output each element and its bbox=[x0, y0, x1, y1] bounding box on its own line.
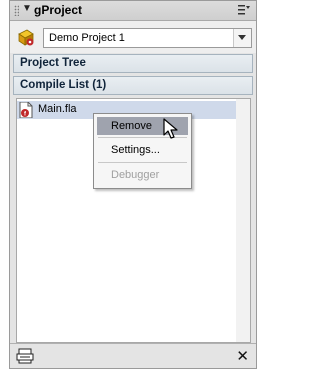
mouse-pointer-icon bbox=[163, 118, 178, 139]
panel-title: gProject bbox=[34, 3, 83, 17]
panel-titlebar[interactable]: ▼ gProject bbox=[10, 1, 256, 21]
project-selector-row: Demo Project 1 bbox=[10, 21, 256, 53]
project-icon bbox=[18, 29, 34, 46]
close-icon[interactable]: ✕ bbox=[236, 347, 249, 365]
panel-options-icon[interactable] bbox=[238, 5, 250, 15]
gproject-panel: ▼ gProject Demo Project 1 Project Tree C… bbox=[9, 0, 257, 369]
section-compile-list[interactable]: Compile List (1) bbox=[13, 76, 253, 95]
fla-file-icon: f bbox=[19, 102, 33, 118]
collapse-arrow-icon[interactable]: ▼ bbox=[22, 3, 32, 14]
bottom-toolbar: ✕ bbox=[10, 343, 256, 368]
project-dropdown-value: Demo Project 1 bbox=[49, 32, 125, 44]
menu-separator bbox=[98, 162, 187, 163]
menu-item-debugger: Debugger bbox=[111, 169, 160, 181]
menu-item-settings[interactable]: Settings... bbox=[97, 141, 188, 159]
project-dropdown[interactable]: Demo Project 1 bbox=[43, 28, 252, 48]
file-name: Main.fla bbox=[38, 103, 77, 115]
section-project-tree[interactable]: Project Tree bbox=[13, 54, 253, 73]
chevron-down-icon bbox=[238, 35, 246, 40]
dropdown-arrow-button[interactable] bbox=[233, 29, 251, 47]
vertical-scrollbar[interactable] bbox=[236, 98, 251, 343]
compile-icon[interactable] bbox=[16, 348, 34, 364]
drag-grip-icon[interactable] bbox=[14, 5, 19, 16]
